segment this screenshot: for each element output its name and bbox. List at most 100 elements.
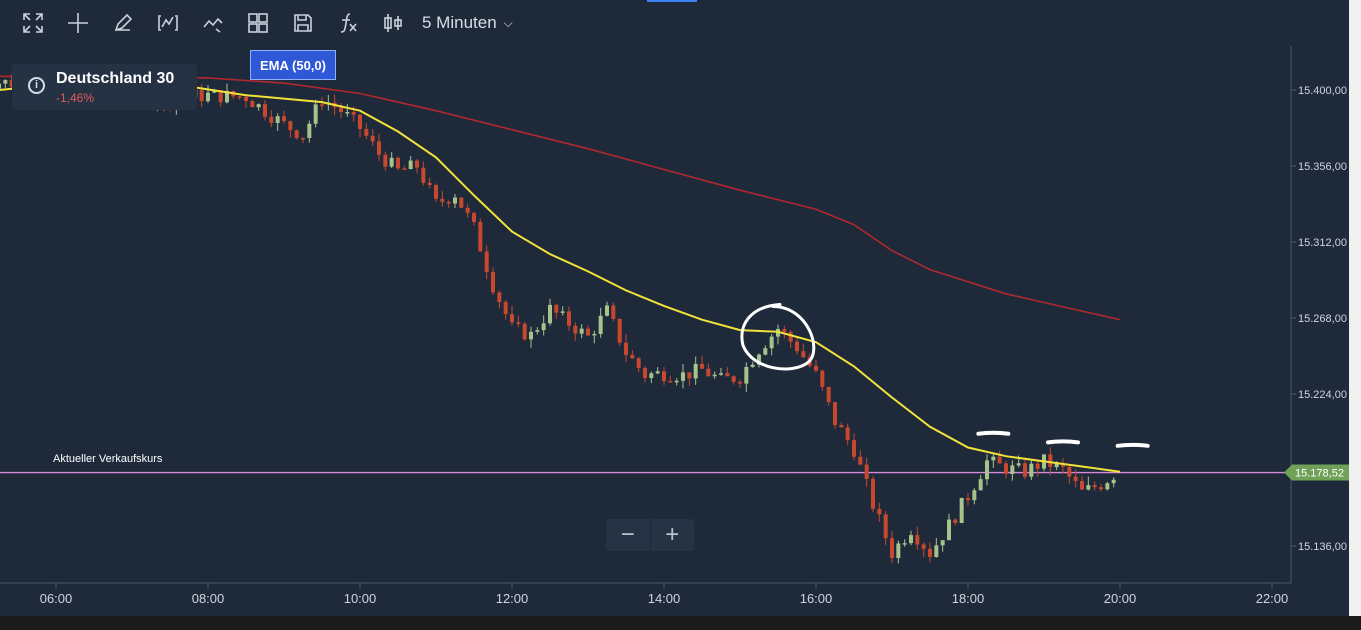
candle-body: [700, 363, 704, 369]
x-tick-label: 10:00: [344, 591, 377, 606]
candle-body: [1067, 466, 1072, 477]
candle-body: [535, 330, 540, 332]
candle-body: [985, 460, 989, 480]
candle-body: [826, 386, 831, 403]
candle-body: [465, 207, 470, 213]
candle-body: [750, 364, 755, 368]
candle-body: [237, 96, 242, 98]
candle-body: [852, 440, 856, 457]
candle-body: [719, 373, 723, 375]
candle-body: [738, 381, 742, 384]
candle-body: [288, 121, 293, 131]
zoom-in-button[interactable]: +: [649, 519, 695, 551]
candle-body: [351, 112, 356, 115]
candle-body: [636, 358, 641, 369]
fullscreen-icon[interactable]: [18, 8, 48, 38]
candle-body: [1111, 479, 1116, 484]
candle-body: [396, 157, 400, 169]
candle-body: [472, 212, 476, 222]
candle-body: [478, 221, 483, 252]
candle-body: [966, 497, 970, 501]
candle-body: [383, 154, 388, 167]
candle-body: [744, 367, 749, 384]
y-tick-label: 15.268,00: [1298, 313, 1347, 325]
crosshair-icon[interactable]: [63, 8, 93, 38]
candle-body: [573, 325, 578, 334]
candle-body: [877, 508, 882, 515]
candle-body: [567, 311, 571, 326]
candle-body: [516, 322, 521, 324]
candle-body: [598, 315, 603, 334]
save-icon[interactable]: [288, 8, 318, 38]
line-tool-icon[interactable]: [153, 8, 183, 38]
candle-body: [440, 198, 445, 202]
candle-body: [864, 464, 869, 479]
candle-body: [788, 332, 793, 342]
candle-body: [959, 497, 964, 523]
candle-body: [1086, 485, 1091, 490]
candle-body: [1105, 483, 1110, 490]
candle-body: [364, 128, 369, 136]
candle-body: [953, 519, 958, 523]
x-tick-label: 08:00: [192, 591, 225, 606]
candle-body: [263, 104, 267, 117]
candle-body: [421, 167, 426, 183]
candle-body: [529, 331, 533, 340]
ema-indicator-tag[interactable]: EMA (50,0): [250, 50, 336, 80]
candle-body: [345, 112, 350, 114]
candle-body: [269, 116, 274, 123]
candle-body: [358, 114, 362, 129]
candle-body: [649, 373, 654, 378]
y-tick-label: 15.400,00: [1298, 85, 1347, 97]
candle-body: [320, 104, 324, 106]
indicator-icon[interactable]: [198, 8, 228, 38]
candle-body: [402, 168, 407, 170]
candle-body: [1080, 481, 1084, 490]
candle-body: [845, 427, 850, 441]
zoom-controls: − +: [606, 519, 694, 551]
x-tick-label: 22:00: [1256, 591, 1289, 606]
instrument-info-box[interactable]: i Deutschland 30 -1,46%: [12, 64, 197, 110]
candle-body: [1099, 487, 1103, 490]
candle-body: [307, 123, 312, 138]
candle-body: [510, 314, 514, 323]
candle-body: [814, 365, 818, 371]
timeframe-select[interactable]: 5 Minuten ⌵: [422, 13, 513, 33]
function-icon[interactable]: [333, 8, 363, 38]
candle-body: [643, 368, 647, 378]
candle-body: [3, 80, 8, 84]
candle-body: [681, 372, 685, 381]
candle-body: [339, 107, 343, 113]
candle-body: [301, 137, 305, 140]
timeframe-label: 5 Minuten: [422, 13, 497, 32]
candle-body: [294, 130, 299, 138]
candle-body: [617, 318, 622, 343]
candle-body: [592, 333, 597, 336]
scrollbar[interactable]: [1349, 0, 1361, 616]
candle-body: [389, 157, 394, 167]
candle-body: [934, 545, 939, 557]
candle-body: [655, 371, 660, 374]
candle-body: [839, 424, 844, 428]
info-icon[interactable]: i: [28, 77, 45, 94]
annotation-dash: [1115, 442, 1150, 448]
pencil-icon[interactable]: [108, 8, 138, 38]
candle-body: [408, 160, 413, 170]
candle-body: [687, 372, 692, 379]
layout-icon[interactable]: [243, 8, 273, 38]
candle-body: [1073, 476, 1078, 482]
candle-body: [453, 197, 457, 204]
zoom-out-button[interactable]: −: [606, 519, 650, 551]
candle-body: [605, 305, 609, 316]
candle-body: [763, 348, 768, 355]
candle-body: [541, 323, 546, 331]
candle-body: [624, 342, 628, 355]
candle-body: [674, 380, 679, 383]
candle-body: [459, 197, 464, 208]
candle-body: [1010, 465, 1015, 475]
candle-body: [668, 381, 673, 383]
x-tick-label: 06:00: [40, 591, 73, 606]
candle-body: [947, 519, 951, 541]
candle-body: [883, 514, 888, 539]
candle-type-icon[interactable]: [378, 8, 408, 38]
